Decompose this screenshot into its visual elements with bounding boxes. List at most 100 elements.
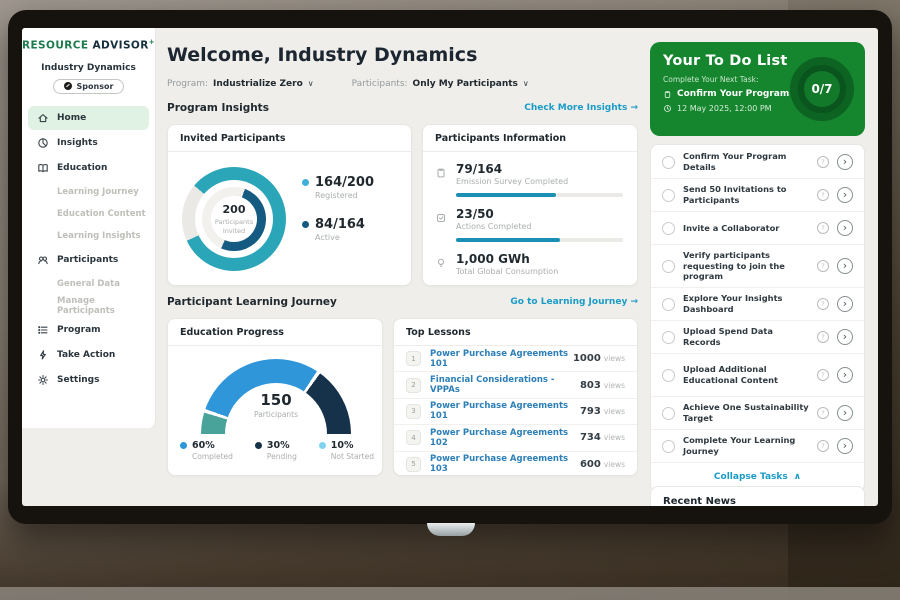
task-label: Upload Additional Educational Content <box>683 364 809 386</box>
task-checkbox[interactable] <box>662 222 675 235</box>
task-checkbox[interactable] <box>662 298 675 311</box>
help-icon[interactable]: ? <box>817 369 829 381</box>
legend-not-started: 10% Not Started <box>319 440 374 461</box>
card-title: Invited Participants <box>168 125 411 152</box>
sidebar-item-settings[interactable]: Settings <box>28 368 149 392</box>
help-icon[interactable]: ? <box>817 331 829 343</box>
participants-information-card: Participants Information 79/164 Emission… <box>422 124 638 286</box>
chevron-right-icon[interactable]: › <box>837 187 853 203</box>
gauge-center-value: 150 <box>201 391 351 409</box>
sidebar-item-label: Education <box>57 163 107 173</box>
legend-active: 84/164 Active <box>302 217 374 242</box>
participants-icon <box>37 254 49 266</box>
views-count: 734 <box>580 432 601 443</box>
task-checkbox[interactable] <box>662 189 675 202</box>
chevron-down-icon[interactable]: ∨ <box>523 79 529 88</box>
chevron-right-icon[interactable]: › <box>837 220 853 236</box>
registered-label: Registered <box>315 191 374 200</box>
sidebar-item-label: Take Action <box>57 350 115 360</box>
help-icon[interactable]: ? <box>817 440 829 452</box>
views-label: views <box>604 460 625 469</box>
legend-registered: 164/200 Registered <box>302 175 374 200</box>
logo-resource: RESOURCE <box>22 40 88 52</box>
chevron-up-icon: ∧ <box>794 472 801 482</box>
sidebar-item-education-content[interactable]: Education Content <box>22 203 155 225</box>
task-checkbox[interactable] <box>662 369 675 382</box>
sidebar-item-home[interactable]: Home <box>28 106 149 130</box>
donut-center-label: Participants Invited <box>208 218 260 236</box>
task-checkbox[interactable] <box>662 156 675 169</box>
help-icon[interactable]: ? <box>817 222 829 234</box>
task-label: Verify participants requesting to join t… <box>683 250 809 282</box>
link-label: Check More Insights <box>524 103 627 113</box>
pending-label: Pending <box>267 452 297 461</box>
main-content: Welcome, Industry Dynamics Program:Indus… <box>167 28 638 506</box>
recent-news-card: Recent News <box>650 486 865 506</box>
chevron-right-icon[interactable]: › <box>837 438 853 454</box>
lesson-link[interactable]: Power Purchase Agreements 102 <box>430 428 580 448</box>
lesson-link[interactable]: Financial Considerations - VPPAs <box>430 375 580 395</box>
go-to-learning-journey-link[interactable]: Go to Learning Journey → <box>510 297 638 307</box>
sidebar-item-education[interactable]: Education <box>28 156 149 180</box>
participants-filter[interactable]: Participants:Only My Participants∨ <box>352 79 529 89</box>
chevron-right-icon[interactable]: › <box>837 258 853 274</box>
consumption-value: 1,000 GWh <box>456 252 558 266</box>
task-checkbox[interactable] <box>662 260 675 273</box>
help-icon[interactable]: ? <box>817 298 829 310</box>
sidebar-item-program[interactable]: Program <box>28 318 149 342</box>
task-row: Explore Your Insights Dashboard ? › <box>651 288 864 321</box>
recent-news-title: Recent News <box>651 487 864 506</box>
lesson-row: 3 Power Purchase Agreements 101 793 view… <box>394 399 637 425</box>
help-icon[interactable]: ? <box>817 156 829 168</box>
lesson-link[interactable]: Power Purchase Agreements 103 <box>430 454 580 474</box>
link-label: Go to Learning Journey <box>510 297 627 307</box>
learning-journey-header: Participant Learning Journey Go to Learn… <box>167 296 638 308</box>
task-row: Confirm Your Program Details ? › <box>651 146 864 179</box>
task-checkbox[interactable] <box>662 440 675 453</box>
help-icon[interactable]: ? <box>817 260 829 272</box>
check-more-insights-link[interactable]: Check More Insights → <box>524 103 638 113</box>
lesson-link[interactable]: Power Purchase Agreements 101 <box>430 401 580 421</box>
sidebar-item-participants[interactable]: Participants <box>28 248 149 272</box>
views-label: views <box>604 381 625 390</box>
sidebar-item-take-action[interactable]: Take Action <box>28 343 149 367</box>
clipboard-icon <box>435 162 448 186</box>
actions-value: 23/50 <box>456 207 531 221</box>
lesson-link[interactable]: Power Purchase Agreements 101 <box>430 349 573 369</box>
sidebar-item-manage-participants[interactable]: Manage Participants <box>22 295 155 317</box>
sidebar-item-general-data[interactable]: General Data <box>22 273 155 295</box>
task-label: Send 50 Invitations to Participants <box>683 184 809 206</box>
program-filter-label: Program: <box>167 79 208 89</box>
chevron-down-icon[interactable]: ∨ <box>308 79 314 88</box>
rank-badge: 1 <box>406 351 421 366</box>
participants-filter-value: Only My Participants <box>413 79 518 89</box>
survey-value: 79/164 <box>456 162 568 176</box>
chevron-right-icon[interactable]: › <box>837 154 853 170</box>
active-dot <box>302 221 309 228</box>
sidebar-item-insights[interactable]: Insights <box>28 131 149 155</box>
chevron-right-icon[interactable]: › <box>837 296 853 312</box>
logo-advisor: ADVISOR <box>93 40 149 52</box>
chevron-right-icon[interactable]: › <box>837 329 853 345</box>
registered-value: 164/200 <box>315 175 374 190</box>
help-icon[interactable]: ? <box>817 189 829 201</box>
task-checkbox[interactable] <box>662 331 675 344</box>
actions-label: Actions Completed <box>456 222 531 231</box>
views-count: 793 <box>580 406 601 417</box>
pending-dot <box>255 442 262 449</box>
chevron-right-icon[interactable]: › <box>837 405 853 421</box>
not-started-dot <box>319 442 326 449</box>
org-name: Industry Dynamics <box>22 63 155 73</box>
gauge-legend: 60% Completed 30% Pending 10% Not Starte… <box>180 440 374 461</box>
program-filter[interactable]: Program:Industrialize Zero∨ <box>167 79 314 89</box>
consumption-label: Total Global Consumption <box>456 267 558 276</box>
chevron-right-icon[interactable]: › <box>837 367 853 383</box>
sidebar-item-learning-insights[interactable]: Learning Insights <box>22 225 155 247</box>
sidebar-item-learning-journey[interactable]: Learning Journey <box>22 181 155 203</box>
rank-badge: 2 <box>406 378 421 393</box>
help-icon[interactable]: ? <box>817 407 829 419</box>
info-row-survey: 79/164 Emission Survey Completed <box>423 152 637 186</box>
task-checkbox[interactable] <box>662 407 675 420</box>
views-label: views <box>604 354 625 363</box>
todo-progress-value: 0/7 <box>811 82 832 96</box>
